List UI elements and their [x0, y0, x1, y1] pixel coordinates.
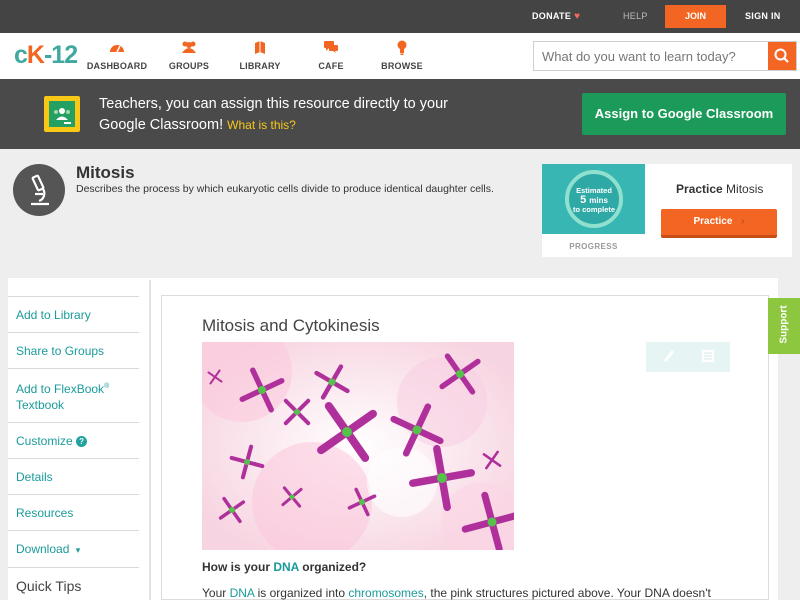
question-text-start: How is your — [202, 560, 274, 574]
search-icon — [774, 48, 789, 63]
progress-label: PROGRESS — [569, 242, 618, 251]
dna-body-link[interactable]: DNA — [230, 586, 255, 600]
nav-library-label: LIBRARY — [239, 61, 281, 71]
help-link[interactable]: HELP — [623, 11, 648, 21]
practice-card: Estimated 5 mins to complete PROGRESS Pr… — [542, 164, 792, 257]
support-tab[interactable]: Support — [768, 298, 800, 354]
chromosomes-image — [202, 342, 514, 550]
estimate-ring: Estimated 5 mins to complete — [565, 170, 623, 228]
nav-browse[interactable]: BROWSE — [367, 40, 437, 71]
nav-cafe-label: CAFE — [318, 61, 344, 71]
add-flexbook-label: Add to FlexBook — [16, 382, 105, 396]
body-text-start: Your — [202, 586, 230, 600]
chromosomes-link[interactable]: chromosomes — [348, 586, 423, 600]
nav-groups[interactable]: GROUPS — [154, 40, 224, 71]
article-title: Mitosis and Cytokinesis — [202, 316, 380, 335]
sidebar: Add to Library Share to Groups Add to Fl… — [8, 296, 139, 600]
groups-icon — [154, 40, 224, 56]
browse-icon — [367, 40, 437, 56]
dashboard-icon — [82, 40, 152, 56]
search-input[interactable] — [534, 42, 768, 70]
dna-link[interactable]: DNA — [273, 560, 299, 574]
practice-heading-bold: Practice — [676, 182, 723, 196]
practice-progress-image: Estimated 5 mins to complete — [542, 164, 645, 234]
nav-browse-label: BROWSE — [381, 61, 423, 71]
concept-title: Mitosis — [76, 163, 135, 182]
registered-mark: ® — [104, 383, 110, 390]
sidebar-item-customize[interactable]: Customize ? — [8, 422, 139, 458]
banner-text: Teachers, you can assign this resource d… — [99, 94, 459, 136]
download-label: Download — [16, 542, 70, 556]
caret-down-icon: ▾ — [75, 545, 81, 555]
sidebar-item-share-to-groups[interactable]: Share to Groups — [8, 332, 139, 368]
sign-in-link[interactable]: SIGN IN — [745, 11, 781, 21]
body-text-end: , the pink structures pictured above. Yo… — [423, 586, 711, 600]
donate-label: DONATE — [532, 11, 572, 21]
what-is-this-link[interactable]: What is this? — [227, 118, 296, 132]
sidebar-item-resources[interactable]: Resources — [8, 494, 139, 530]
sidebar-item-download[interactable]: Download ▾ — [8, 530, 139, 567]
to-complete-label: to complete — [572, 205, 616, 214]
textbook-label: Textbook — [16, 398, 65, 412]
donate-link[interactable]: DONATE ♥ — [532, 11, 580, 22]
sidebar-item-add-to-library[interactable]: Add to Library — [8, 296, 139, 332]
heart-icon: ♥ — [574, 11, 581, 22]
customize-label: Customize — [16, 434, 73, 448]
practice-heading-topic: Mitosis — [726, 182, 764, 196]
nav-library[interactable]: LIBRARY — [225, 40, 295, 71]
microscope-icon — [13, 164, 65, 216]
article-question: How is your DNA organized? — [202, 560, 366, 574]
assign-google-classroom-button[interactable]: Assign to Google Classroom — [582, 93, 786, 135]
help-question-icon[interactable]: ? — [76, 436, 88, 448]
logo-c: c — [14, 41, 28, 69]
practice-button-label: Practice — [693, 216, 733, 227]
search-box — [533, 41, 797, 71]
nav-groups-label: GROUPS — [168, 61, 210, 71]
question-text-end: organized? — [298, 560, 367, 574]
cafe-icon — [296, 40, 366, 56]
logo-k: K — [26, 41, 45, 69]
minutes-unit: mins — [589, 196, 608, 205]
sidebar-divider — [149, 280, 151, 600]
practice-heading: Practice Mitosis — [676, 182, 763, 196]
sidebar-item-details[interactable]: Details — [8, 458, 139, 494]
nav-dashboard[interactable]: DASHBOARD — [82, 40, 152, 71]
google-classroom-banner: Teachers, you can assign this resource d… — [0, 79, 800, 149]
main-nav: cK-12 DASHBOARD GROUPS LIBRARY CAFE BROW… — [0, 33, 800, 79]
annotation-tools — [646, 342, 730, 372]
chevron-right-icon: › — [741, 216, 745, 227]
article-body: Your DNA is organized into chromosomes, … — [202, 586, 742, 600]
quick-tips-heading: Quick Tips — [8, 567, 139, 600]
join-button[interactable]: JOIN — [665, 5, 726, 28]
nav-dashboard-label: DASHBOARD — [86, 61, 148, 71]
support-label: Support — [778, 305, 790, 344]
google-classroom-icon — [44, 96, 80, 132]
concept-description: Describes the process by which eukaryoti… — [76, 183, 494, 195]
nav-cafe[interactable]: CAFE — [296, 40, 366, 71]
notes-icon[interactable] — [701, 349, 715, 366]
library-icon — [225, 40, 295, 56]
practice-button[interactable]: Practice › — [661, 209, 777, 238]
pencil-icon[interactable] — [663, 349, 675, 366]
logo-12: -12 — [43, 41, 78, 69]
ck12-logo[interactable]: cK-12 — [14, 41, 78, 70]
body-text-middle: is organized into — [254, 586, 349, 600]
search-button[interactable] — [768, 42, 796, 70]
sidebar-item-add-to-flexbook[interactable]: Add to FlexBook® Textbook — [8, 368, 139, 422]
top-bar: DONATE ♥ HELP JOIN SIGN IN — [0, 0, 800, 33]
